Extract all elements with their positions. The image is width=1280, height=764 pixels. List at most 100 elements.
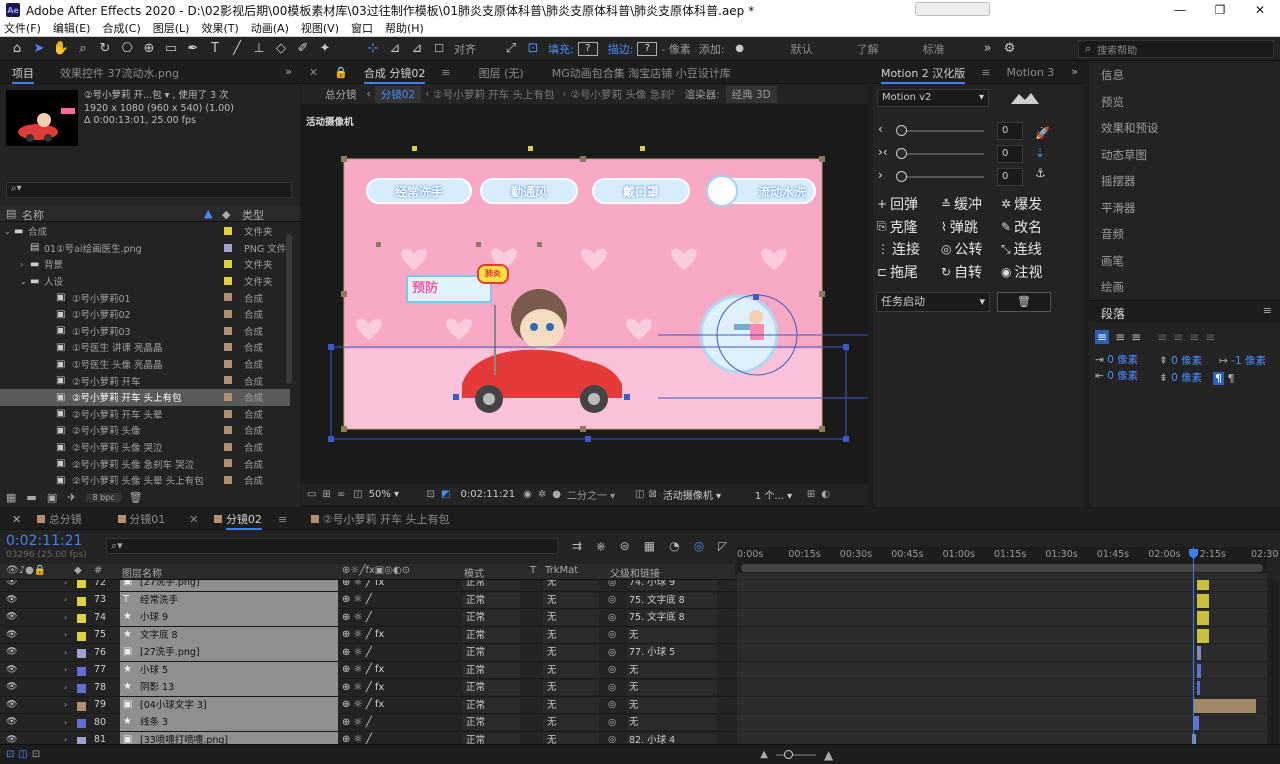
project-item[interactable]: ▣ ①号医生 讲课 亮晶晶 合成 — [0, 339, 290, 356]
rotate-tool-icon[interactable]: ↻ — [94, 41, 116, 56]
new-folder-icon[interactable]: ▬ — [26, 491, 36, 504]
slider-thumb-2[interactable] — [896, 148, 907, 159]
column-name[interactable]: 名称 — [22, 207, 44, 223]
layer-name[interactable]: [27洗手.png] — [120, 644, 338, 661]
blend-mode-dropdown[interactable]: 正常 — [462, 697, 520, 713]
parent-dropdown[interactable]: 75. 文字底 8 — [627, 592, 717, 608]
rocket-icon[interactable]: 🚀 — [1035, 126, 1050, 140]
monitor-icon[interactable]: ▭ — [307, 489, 316, 500]
parent-column[interactable]: 父级和链接 — [610, 565, 660, 580]
zoom-out-icon[interactable]: ▲ — [760, 749, 768, 760]
region-icon[interactable]: ◫ — [635, 489, 644, 500]
label-swatch[interactable] — [224, 227, 232, 235]
tab-motion3[interactable]: Motion 3 - F — [999, 66, 1057, 79]
expand-icon[interactable]: › — [64, 665, 67, 674]
parent-dropdown[interactable]: 75. 文字底 8 — [627, 610, 717, 625]
expand-icon[interactable]: › — [64, 595, 67, 604]
panel-overflow-icon[interactable]: » — [285, 65, 292, 78]
world-axis-icon[interactable]: ⊿ — [384, 41, 406, 56]
selection-tool-icon[interactable]: ➤ — [28, 41, 50, 56]
menu-file[interactable]: 文件(F) — [4, 20, 41, 36]
slider-value-3[interactable]: 0 — [997, 168, 1023, 186]
menu-help[interactable]: 帮助(H) — [385, 20, 424, 36]
label-swatch[interactable] — [224, 476, 232, 484]
toolbar-toggle[interactable] — [915, 2, 990, 16]
snapshot-icon[interactable]: ◉ — [523, 489, 532, 500]
tab-effect-controls[interactable]: 效果控件 37流动水.png — [52, 65, 187, 81]
toggle-switches-icon[interactable]: ⊡ — [6, 749, 14, 760]
stroke-swatch[interactable]: ? — [637, 41, 658, 56]
label-swatch[interactable] — [224, 459, 232, 468]
pickwhip-icon[interactable]: ◎ — [608, 629, 616, 640]
tab-menu-icon[interactable]: ≡ — [270, 513, 295, 526]
menu-effect[interactable]: 效果(T) — [201, 20, 238, 36]
mode-column[interactable]: 模式 — [464, 565, 484, 580]
layer-name[interactable]: [27洗手.png] — [120, 580, 338, 591]
layer-duration-bar[interactable] — [1197, 646, 1201, 660]
view-axis-icon[interactable]: ⊿ — [406, 41, 428, 56]
draft-3d-icon[interactable]: ⎈ — [596, 539, 606, 554]
project-search-input[interactable]: ⌕▾ — [6, 182, 292, 198]
visibility-icon[interactable]: 👁 — [6, 612, 17, 622]
motion-button[interactable]: ◉ 注视 — [1001, 262, 1042, 282]
visibility-icon[interactable]: 👁 — [6, 647, 17, 657]
panel-motion-sketch[interactable]: 动态草图 — [1089, 142, 1280, 169]
label-swatch[interactable] — [77, 631, 86, 641]
expand-icon[interactable]: › — [64, 683, 67, 692]
zoom-icon[interactable]: ◫ — [353, 489, 362, 500]
label-swatch[interactable] — [77, 701, 86, 711]
ease-both-icon[interactable]: ›‹ — [878, 145, 888, 159]
tl-tab-main[interactable]: 总分镜 — [29, 511, 90, 527]
paragraph-menu-icon[interactable]: ≡ — [1263, 304, 1272, 317]
trkmat-dropdown[interactable]: 无 — [543, 680, 599, 695]
comp-flowchart-icon[interactable]: ⇉ — [572, 539, 582, 554]
pickwhip-icon[interactable]: ◎ — [608, 734, 616, 744]
project-item[interactable]: › ▬ 背景 文件夹 — [0, 256, 290, 273]
slider-value-2[interactable]: 0 — [997, 145, 1023, 163]
menu-animation[interactable]: 动画(A) — [251, 20, 289, 36]
toggle-modes-icon[interactable]: ◫ — [18, 749, 27, 760]
trkmat-dropdown[interactable]: 无 — [543, 662, 599, 678]
panel-audio[interactable]: 音频 — [1089, 221, 1280, 248]
label-swatch[interactable] — [77, 580, 86, 588]
panel-preview[interactable]: 预览 — [1089, 89, 1280, 116]
trash-icon[interactable]: 🗑 — [129, 491, 143, 504]
brush-tool-icon[interactable]: ╱ — [226, 41, 248, 56]
label-swatch[interactable] — [77, 596, 86, 606]
label-swatch[interactable] — [224, 276, 232, 285]
label-swatch[interactable] — [77, 649, 86, 658]
layer-switches[interactable]: ⊕ ☼ ╱ fx — [342, 682, 384, 693]
trkmat-column[interactable]: TrkMat — [545, 565, 578, 576]
project-item[interactable]: ⌄ ▬ 合成 文件夹 — [0, 223, 290, 240]
layer-switches[interactable]: ⊕ ☼ ╱ — [342, 612, 372, 623]
pickwhip-icon[interactable]: ◎ — [608, 717, 616, 728]
blend-mode-dropdown[interactable]: 正常 — [462, 610, 520, 625]
motion-blur-icon[interactable]: ◔ — [669, 539, 679, 554]
label-swatch[interactable] — [224, 442, 232, 451]
snap-option-icon[interactable]: ⤢ — [500, 41, 522, 56]
project-item[interactable]: ▣ ②号小萝莉 开车 头上有包 合成 — [0, 389, 290, 406]
layer-duration-bar[interactable] — [1197, 593, 1209, 608]
first-line-indent[interactable]: ↦ -1 像素 — [1219, 353, 1266, 368]
snap-target-icon[interactable]: ⊡ — [522, 41, 544, 56]
hand-tool-icon[interactable]: ✋ — [50, 41, 72, 56]
motion-button[interactable]: + 回弹 — [877, 194, 918, 214]
rectangle-tool-icon[interactable]: ▭ — [160, 41, 182, 56]
grid-icon[interactable]: ⊡ — [427, 489, 435, 500]
eraser-tool-icon[interactable]: ◇ — [270, 41, 292, 56]
pickwhip-icon[interactable]: ◎ — [608, 594, 616, 605]
project-item[interactable]: ▣ ①号小萝莉03 合成 — [0, 323, 290, 340]
layer-switches[interactable]: ⊕ ☼ ╱ fx — [342, 664, 384, 675]
label-swatch[interactable] — [224, 426, 232, 435]
maximize-icon[interactable]: ❐ — [1200, 0, 1240, 20]
blend-mode-dropdown[interactable]: 正常 — [462, 715, 520, 730]
bounding-icon[interactable]: ◸ — [718, 539, 727, 554]
justify-left-icon[interactable]: ≡ — [1157, 330, 1167, 344]
motion-button[interactable]: ⌇ 弹跳 — [941, 217, 978, 237]
layer-switches[interactable]: ⊕ ☼ ╱ fx — [342, 629, 384, 640]
home-icon[interactable]: ⌂ — [6, 41, 28, 56]
layer-duration-bar[interactable] — [1197, 580, 1209, 590]
trkmat-dropdown[interactable]: 无 — [543, 697, 599, 713]
time-ruler[interactable]: 0:00s 00:15s 00:30s 00:45s 01:00s 01:15s 01:30… — [737, 547, 1278, 579]
work-area-bar[interactable] — [741, 564, 1263, 572]
